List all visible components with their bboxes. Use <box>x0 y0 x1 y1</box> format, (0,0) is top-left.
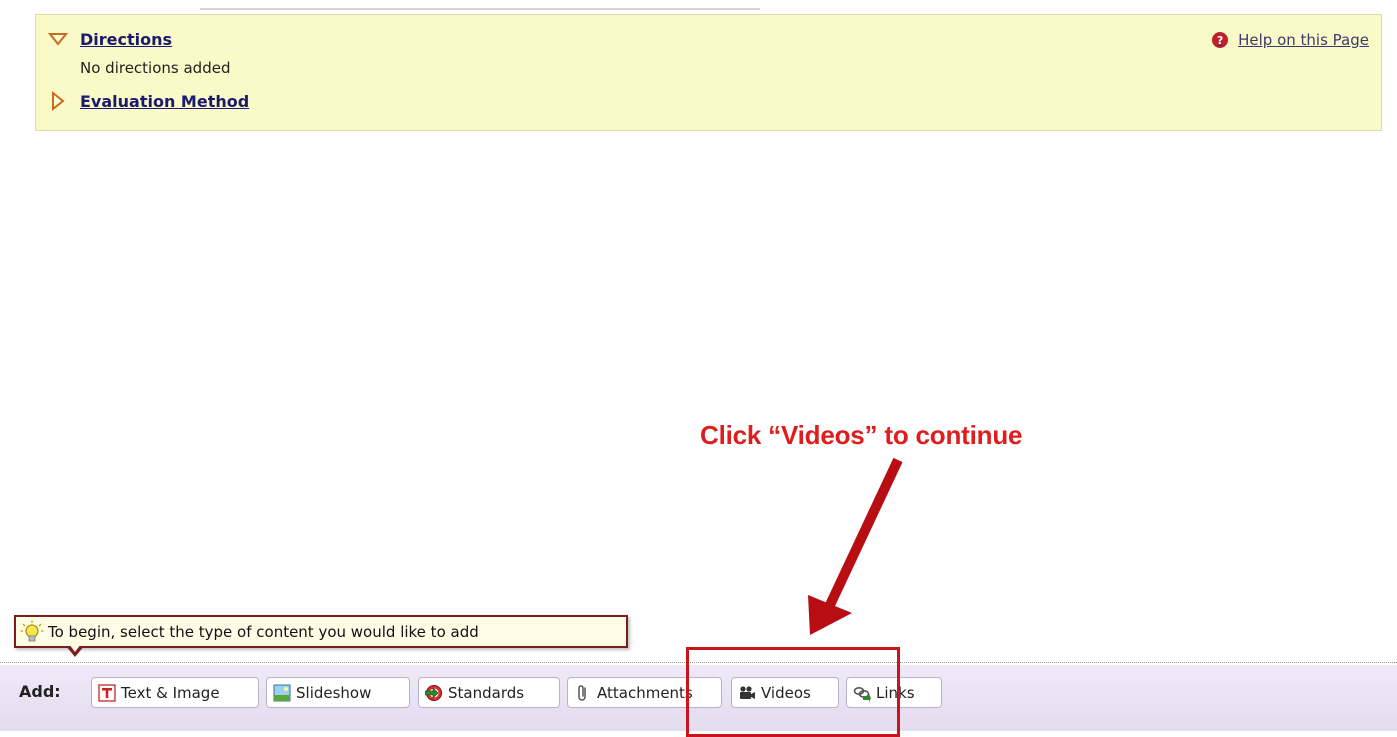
tooltip-text: To begin, select the type of content you… <box>48 622 479 641</box>
hint-tooltip: To begin, select the type of content you… <box>14 615 628 657</box>
evaluation-method-row[interactable]: Evaluation Method <box>48 91 249 111</box>
directions-text: No directions added <box>80 59 231 77</box>
slideshow-icon <box>273 684 291 701</box>
slideshow-label: Slideshow <box>296 683 372 702</box>
paperclip-icon <box>578 684 586 701</box>
triangle-down-icon[interactable] <box>48 29 68 49</box>
triangle-right-icon[interactable] <box>48 91 68 111</box>
help-on-page-link[interactable]: ? Help on this Page <box>1212 31 1369 49</box>
directions-row[interactable]: Directions <box>48 29 172 49</box>
help-link-label[interactable]: Help on this Page <box>1238 31 1369 49</box>
standards-button[interactable]: Standards <box>418 677 560 708</box>
attachments-label: Attachments <box>597 683 693 702</box>
standards-label: Standards <box>448 683 525 702</box>
evaluation-method-link[interactable]: Evaluation Method <box>80 92 249 111</box>
add-label: Add: <box>19 682 61 701</box>
tooltip-tail <box>66 644 84 657</box>
text-image-icon <box>98 683 116 702</box>
annotation-arrow-icon <box>808 457 903 635</box>
clipped-header-remnant <box>200 0 760 10</box>
directions-link[interactable]: Directions <box>80 30 172 49</box>
lightbulb-icon <box>20 620 44 641</box>
annotation-instruction: Click “Videos” to continue <box>700 420 1023 450</box>
help-icon: ? <box>1212 32 1229 48</box>
standards-icon <box>425 684 442 701</box>
text-image-label: Text & Image <box>121 683 220 702</box>
text-image-button[interactable]: Text & Image <box>91 677 259 708</box>
directions-panel: Directions No directions added Evaluatio… <box>35 14 1382 131</box>
slideshow-button[interactable]: Slideshow <box>266 677 410 708</box>
videos-highlight-box <box>686 647 900 737</box>
